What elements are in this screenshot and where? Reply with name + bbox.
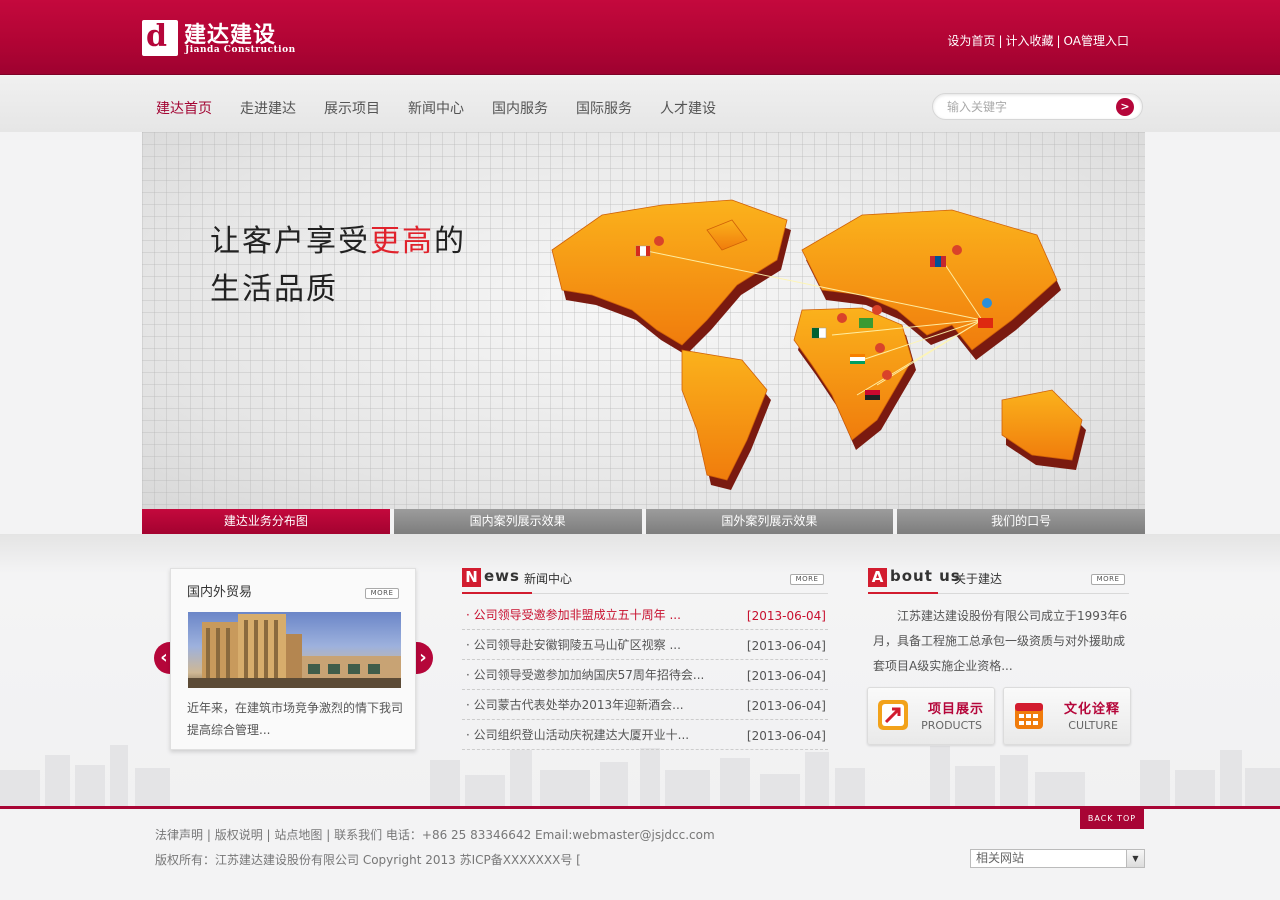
products-label-cn: 项目展示 [927, 702, 984, 717]
trade-more-button[interactable]: MORE [365, 588, 399, 599]
trade-building-photo[interactable] [188, 612, 401, 688]
news-item-title[interactable]: · 公司蒙古代表处举办2013年迎新酒会... [466, 690, 684, 720]
about-header: A bout us 关于建达 MORE [868, 567, 1129, 594]
nav-item-projects[interactable]: 展示项目 [310, 98, 394, 118]
news-item[interactable]: · 公司蒙古代表处举办2013年迎新酒会... [2013-06-04] [462, 690, 828, 720]
back-to-top-button[interactable]: BACK TOP [1080, 809, 1144, 829]
banner-tabs: 建达业务分布图 国内案列展示效果 国外案列展示效果 我们的口号 [142, 509, 1145, 534]
calendar-icon [1015, 703, 1043, 729]
top-links: 设为首页 | 计入收藏 | OA管理入口 [947, 34, 1129, 48]
slogan-part: 让客户享受 [210, 224, 370, 259]
news-more-button[interactable]: MORE [790, 574, 824, 585]
logo-mark: d [142, 20, 178, 56]
news-item-date: [2013-06-04] [746, 609, 826, 623]
news-item-date: [2013-06-04] [746, 729, 826, 743]
bookmark-link[interactable]: 计入收藏 [1005, 34, 1053, 48]
nav-item-talent[interactable]: 人才建设 [646, 98, 730, 118]
products-button[interactable]: 项目展示 PRODUCTS [867, 687, 995, 745]
footer-link-contact[interactable]: 联系我们 [334, 828, 382, 842]
slogan-line-2: 生活品质 [210, 272, 338, 307]
hero-banner: 让客户享受更高的 生活品质 [142, 132, 1145, 509]
world-map-image [551, 199, 1086, 490]
slogan-highlight: 更高 [370, 224, 434, 259]
culture-label-en: CULTURE [1068, 719, 1118, 732]
footer-link-sitemap[interactable]: 站点地图 [274, 828, 322, 842]
nav-item-international[interactable]: 国际服务 [562, 98, 646, 118]
building-illustration [188, 614, 401, 688]
news-item-title[interactable]: · 公司领导受邀参加非盟成立五十周年 ... [466, 600, 681, 630]
culture-button[interactable]: 文化诠释 CULTURE [1003, 687, 1131, 745]
footer-links: 法律声明 | 版权说明 | 站点地图 | 联系我们 电话：+86 25 8334… [155, 828, 715, 842]
search-box: > [932, 93, 1143, 120]
footer-contact-info: 电话：+86 25 83346642 Email:webmaster@jsjdc… [385, 828, 715, 842]
logo-name-en: Jianda Construction [185, 45, 296, 55]
news-item[interactable]: · 公司领导受邀参加加纳国庆57周年招待会... [2013-06-04] [462, 660, 828, 690]
news-title-cn: 新闻中心 [524, 572, 573, 586]
banner-tab-domestic-cases[interactable]: 国内案列展示效果 [393, 509, 642, 534]
footer-copyright: 版权所有：江苏建达建设股份有限公司 Copyright 2013 苏ICP备XX… [155, 853, 581, 867]
banner-slogan: 让客户享受更高的 生活品质 [210, 218, 466, 314]
about-underline [868, 592, 938, 594]
oa-login-link[interactable]: OA管理入口 [1064, 34, 1129, 48]
about-summary: 江苏建达建设股份有限公司成立于1993年6月，具备工程施工总承包一级资质与对外援… [873, 609, 1128, 673]
search-input[interactable] [947, 98, 1107, 116]
site-header: d 建达建设 Jianda Construction 设为首页 | 计入收藏 | OA管… [0, 0, 1280, 75]
news-item-title[interactable]: · 公司组织登山活动庆祝建达大厦开业十... [466, 720, 689, 750]
nav-item-home[interactable]: 建达首页 [142, 98, 226, 118]
news-item[interactable]: · 公司领导赴安徽铜陵五马山矿区视察 ... [2013-06-04] [462, 630, 828, 660]
footer-link-copyright[interactable]: 版权说明 [215, 828, 263, 842]
news-item-date: [2013-06-04] [746, 699, 826, 713]
footer-link-legal[interactable]: 法律声明 [155, 828, 203, 842]
slogan-part: 的 [434, 224, 466, 259]
news-title-en: ews [484, 567, 520, 585]
banner-tab-foreign-cases[interactable]: 国外案列展示效果 [645, 509, 894, 534]
logo-letter: d [146, 19, 167, 54]
news-item[interactable]: · 公司领导受邀参加非盟成立五十周年 ... [2013-06-04] [462, 600, 828, 630]
related-sites-select[interactable]: 相关网站 ▼ [970, 849, 1145, 868]
about-title-en: bout us [890, 567, 961, 585]
nav-item-domestic[interactable]: 国内服务 [478, 98, 562, 118]
trade-title: 国内外贸易 [187, 585, 253, 600]
news-item-title[interactable]: · 公司领导受邀参加加纳国庆57周年招待会... [466, 660, 704, 690]
banner-tab-slogan[interactable]: 我们的口号 [897, 509, 1145, 534]
nav-bar: 建达首页 走进建达 展示项目 新闻中心 国内服务 国际服务 人才建设 > [0, 76, 1280, 132]
banner-tab-distribution[interactable]: 建达业务分布图 [142, 509, 390, 534]
news-cap-letter: N [462, 568, 481, 587]
about-more-button[interactable]: MORE [1091, 574, 1125, 585]
site-logo[interactable]: d 建达建设 Jianda Construction [142, 18, 302, 58]
products-label-en: PRODUCTS [921, 719, 982, 732]
news-header: N ews 新闻中心 MORE [462, 567, 828, 594]
about-title-cn: 关于建达 [954, 572, 1003, 586]
news-list: · 公司领导受邀参加非盟成立五十周年 ... [2013-06-04] · 公司… [462, 600, 828, 750]
about-cap-letter: A [868, 568, 887, 587]
search-submit-button[interactable]: > [1116, 98, 1134, 116]
culture-label-cn: 文化诠释 [1063, 702, 1120, 717]
nav-item-news[interactable]: 新闻中心 [394, 98, 478, 118]
news-item-title[interactable]: · 公司领导赴安徽铜陵五马山矿区视察 ... [466, 630, 681, 660]
chevron-down-icon: ▼ [1126, 850, 1144, 867]
set-homepage-link[interactable]: 设为首页 [947, 34, 995, 48]
products-icon [878, 700, 908, 730]
news-underline [462, 592, 532, 594]
related-sites-label: 相关网站 [976, 851, 1025, 865]
nav-item-about[interactable]: 走进建达 [226, 98, 310, 118]
trade-summary: 近年来，在建筑市场竞争激烈的情下我司提高综合管理... [187, 701, 404, 737]
news-item-date: [2013-06-04] [746, 639, 826, 653]
trade-panel: 国内外贸易 MORE 近年来，在建筑市场竞争激烈的情下我司提高综合管理... [170, 568, 416, 750]
news-item[interactable]: · 公司组织登山活动庆祝建达大厦开业十... [2013-06-04] [462, 720, 828, 750]
main-nav: 建达首页 走进建达 展示项目 新闻中心 国内服务 国际服务 人才建设 [142, 98, 730, 118]
news-item-date: [2013-06-04] [746, 669, 826, 683]
